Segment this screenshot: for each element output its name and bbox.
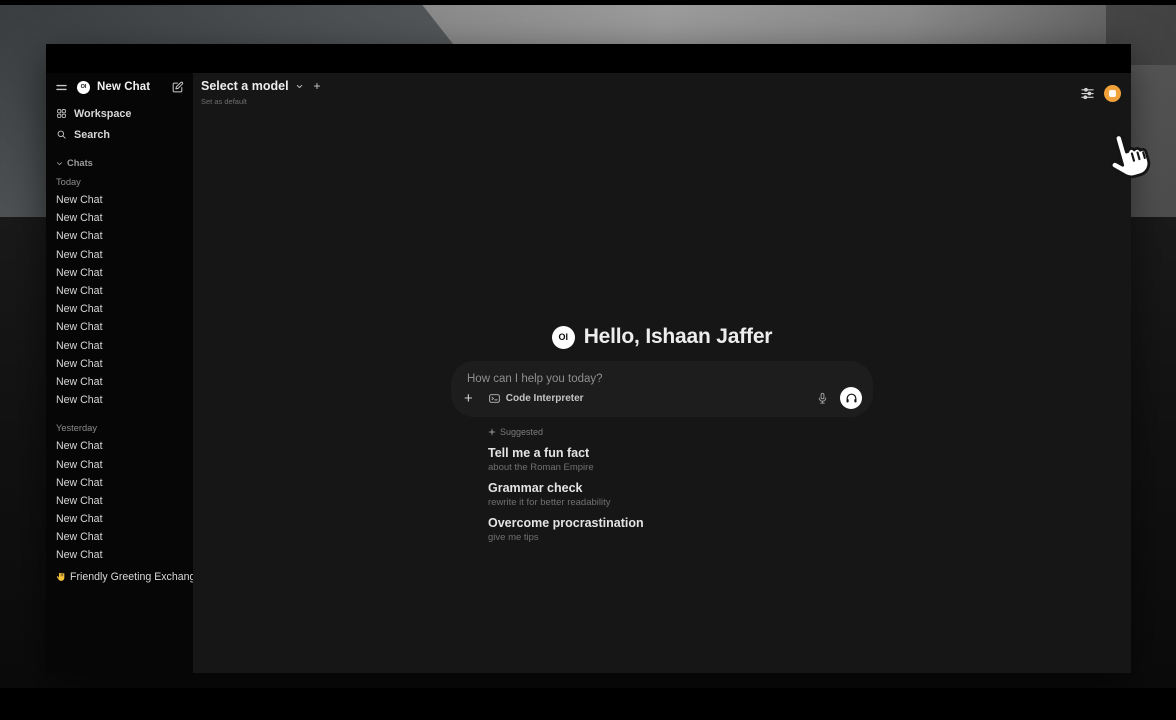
chat-list-item[interactable]: New Chat — [46, 337, 193, 355]
user-avatar[interactable] — [1104, 85, 1121, 102]
model-selector[interactable]: Select a model — [201, 79, 289, 93]
screen: OI New Chat Workspace — [0, 0, 1176, 720]
controls-sliders-icon[interactable] — [1080, 86, 1095, 101]
code-interpreter-icon — [488, 392, 501, 405]
sidebar-title: New Chat — [97, 81, 150, 93]
suggestion-title: Overcome procrastination — [488, 516, 872, 530]
greeting-text: Hello, Ishaan Jaffer — [584, 325, 773, 349]
chat-list-item[interactable]: New Chat — [46, 528, 193, 546]
chat-list-item[interactable]: New Chat — [46, 355, 193, 373]
attach-button[interactable]: + — [464, 391, 473, 406]
sidebar-toggle-icon[interactable] — [55, 81, 68, 94]
main-area: Select a model + Set as default — [193, 73, 1131, 673]
chats-section-toggle[interactable]: Chats — [46, 157, 193, 169]
microphone-icon[interactable] — [816, 392, 829, 405]
composer-input[interactable]: How can I help you today? — [467, 373, 603, 385]
suggestion-subtitle: give me tips — [488, 532, 872, 543]
chat-list-item[interactable]: New Chat — [46, 264, 193, 282]
search-icon — [56, 129, 67, 140]
suggestion-title: Tell me a fun fact — [488, 446, 872, 460]
suggestion-title: Grammar check — [488, 481, 872, 495]
chat-list-item[interactable]: New Chat — [46, 492, 193, 510]
new-chat-icon[interactable] — [171, 81, 184, 94]
chat-list-item[interactable]: New Chat — [46, 437, 193, 455]
chat-list-item-named[interactable]: Friendly Greeting Exchange — [46, 568, 193, 586]
sidebar: OI New Chat Workspace — [46, 73, 193, 673]
search-label: Search — [74, 129, 110, 141]
chat-list-item[interactable]: New Chat — [46, 227, 193, 245]
chat-list-item[interactable]: New Chat — [46, 318, 193, 336]
set-as-default-button[interactable]: Set as default — [201, 97, 321, 106]
suggestion-item[interactable]: Grammar check rewrite it for better read… — [488, 481, 872, 508]
suggestion-list: Tell me a fun fact about the Roman Empir… — [488, 446, 872, 543]
chat-list-item[interactable]: New Chat — [46, 510, 193, 528]
chat-list-item[interactable]: New Chat — [46, 246, 193, 264]
chat-list-item[interactable]: New Chat — [46, 455, 193, 473]
app-logo: OI — [77, 81, 90, 94]
chat-list-item[interactable]: New Chat — [46, 300, 193, 318]
code-interpreter-label: Code Interpreter — [506, 393, 584, 404]
chat-list-item[interactable]: New Chat — [46, 282, 193, 300]
group-label-yesterday: Yesterday — [46, 421, 193, 435]
chat-list-item[interactable]: New Chat — [46, 474, 193, 492]
chat-list-item[interactable]: New Chat — [46, 373, 193, 391]
suggestion-subtitle: about the Roman Empire — [488, 462, 872, 473]
suggestion-item[interactable]: Tell me a fun fact about the Roman Empir… — [488, 446, 872, 473]
sidebar-item-workspace[interactable]: Workspace — [46, 105, 193, 122]
suggestion-subtitle: rewrite it for better readability — [488, 497, 872, 508]
chat-list-item[interactable]: New Chat — [46, 546, 193, 564]
add-model-button[interactable]: + — [314, 79, 321, 93]
avatar-glyph — [1109, 90, 1116, 97]
app-logo-large: OI — [552, 326, 575, 349]
chat-list-item[interactable]: New Chat — [46, 191, 193, 209]
chat-list-today: New ChatNew ChatNew ChatNew ChatNew Chat… — [46, 191, 193, 409]
app-window: OI New Chat Workspace — [46, 44, 1131, 673]
chat-list-item[interactable]: New Chat — [46, 391, 193, 409]
group-label-today: Today — [46, 175, 193, 189]
wave-emoji-icon — [56, 572, 66, 582]
sparkle-icon — [488, 428, 496, 436]
named-chat-title: Friendly Greeting Exchange — [70, 571, 193, 583]
voice-call-button[interactable] — [840, 387, 862, 409]
window-titlebar — [46, 44, 1131, 73]
message-composer[interactable]: How can I help you today? + Code Interpr… — [452, 362, 872, 416]
sidebar-item-search[interactable]: Search — [46, 126, 193, 143]
chevron-down-icon — [56, 160, 63, 167]
chats-label: Chats — [67, 158, 93, 168]
code-interpreter-toggle[interactable]: Code Interpreter — [488, 392, 584, 405]
workspace-label: Workspace — [74, 108, 131, 120]
chat-list-yesterday: New ChatNew ChatNew ChatNew ChatNew Chat… — [46, 437, 193, 564]
chat-list-item[interactable]: New Chat — [46, 209, 193, 227]
suggestion-item[interactable]: Overcome procrastination give me tips — [488, 516, 872, 543]
model-chevron-icon[interactable] — [295, 82, 304, 91]
suggested-label: Suggested — [500, 427, 543, 437]
workspace-grid-icon — [56, 108, 67, 119]
